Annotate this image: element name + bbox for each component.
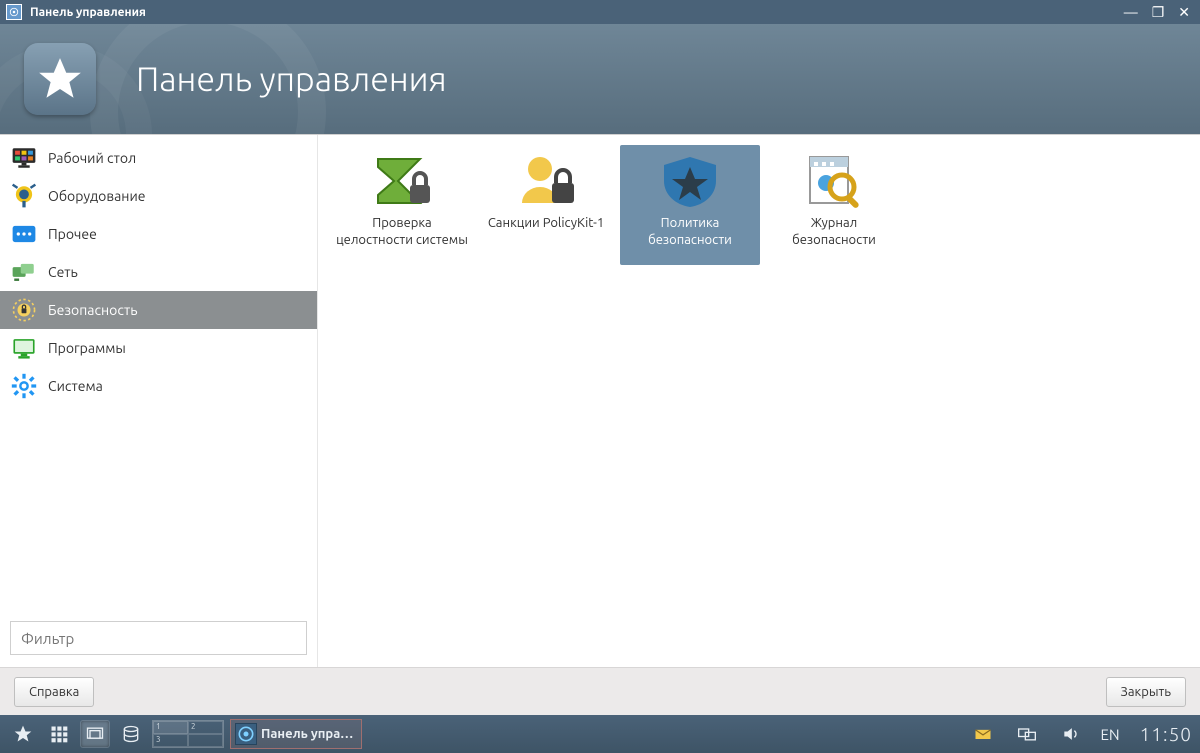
task-entry-label: Панель упра… bbox=[261, 727, 353, 741]
minimize-button[interactable]: — bbox=[1124, 5, 1138, 19]
content-grid: Проверка целостности системы Санкции Pol… bbox=[318, 135, 1200, 667]
tile-security-log[interactable]: Журнал безопасности bbox=[764, 145, 904, 265]
sidebar-item-desktop[interactable]: Рабочий стол bbox=[0, 139, 317, 177]
sidebar-item-other[interactable]: Прочее bbox=[0, 215, 317, 253]
user-lock-icon bbox=[514, 153, 578, 209]
filter-wrap bbox=[0, 613, 317, 667]
hardware-icon bbox=[10, 182, 38, 210]
sidebar-item-network[interactable]: Сеть bbox=[0, 253, 317, 291]
tile-policykit-sanctions[interactable]: Санкции PolicyKit-1 bbox=[476, 145, 616, 265]
sidebar-item-system[interactable]: Система bbox=[0, 367, 317, 405]
tile-label: Журнал безопасности bbox=[768, 215, 900, 249]
tray-mail-icon[interactable] bbox=[968, 720, 998, 748]
sidebar-item-label: Сеть bbox=[48, 264, 78, 280]
filter-input[interactable] bbox=[10, 621, 307, 655]
sidebar-item-hardware[interactable]: Оборудование bbox=[0, 177, 317, 215]
task-entry-control-panel[interactable]: Панель упра… bbox=[230, 719, 362, 749]
clock[interactable]: 11:50 bbox=[1140, 723, 1192, 745]
page-title: Панель управления bbox=[136, 60, 447, 98]
tray-network-icon[interactable] bbox=[1012, 720, 1042, 748]
other-icon bbox=[10, 220, 38, 248]
sidebar-item-label: Рабочий стол bbox=[48, 150, 136, 166]
workspace-1[interactable]: 1 bbox=[153, 721, 188, 734]
desktop-icon bbox=[10, 144, 38, 172]
bottom-button-bar: Справка Закрыть bbox=[0, 667, 1200, 715]
tile-label: Проверка целостности системы bbox=[336, 215, 468, 249]
sidebar-item-label: Программы bbox=[48, 340, 126, 356]
workspace-4[interactable] bbox=[188, 734, 223, 747]
window-title: Панель управления bbox=[30, 6, 1124, 19]
header-banner: Панель управления bbox=[0, 24, 1200, 134]
sidebar-item-label: Безопасность bbox=[48, 302, 138, 318]
sidebar-item-label: Оборудование bbox=[48, 188, 145, 204]
start-button[interactable] bbox=[8, 720, 38, 748]
window-titlebar: Панель управления — ❐ ✕ bbox=[0, 0, 1200, 24]
tile-label: Политика безопасности bbox=[624, 215, 756, 249]
file-manager-button[interactable] bbox=[116, 720, 146, 748]
shield-star-icon bbox=[658, 153, 722, 209]
sidebar-list: Рабочий стол Оборудование Прочее Сеть bbox=[0, 135, 317, 613]
system-tray: EN 11:50 bbox=[968, 720, 1192, 748]
show-desktop-button[interactable] bbox=[80, 720, 110, 748]
sidebar-item-programs[interactable]: Программы bbox=[0, 329, 317, 367]
task-entry-icon bbox=[235, 723, 257, 745]
tile-label: Санкции PolicyKit-1 bbox=[488, 215, 604, 232]
sidebar-item-label: Прочее bbox=[48, 226, 97, 242]
gear-icon bbox=[10, 372, 38, 400]
sidebar-item-security[interactable]: Безопасность bbox=[0, 291, 317, 329]
keyboard-layout[interactable]: EN bbox=[1100, 726, 1119, 743]
help-button[interactable]: Справка bbox=[14, 677, 94, 707]
programs-icon bbox=[10, 334, 38, 362]
tile-security-policy[interactable]: Политика безопасности bbox=[620, 145, 760, 265]
header-badge bbox=[24, 43, 96, 115]
maximize-button[interactable]: ❐ bbox=[1152, 5, 1165, 19]
security-icon bbox=[10, 296, 38, 324]
tile-integrity-check[interactable]: Проверка целостности системы bbox=[332, 145, 472, 265]
workspace-3[interactable]: 3 bbox=[153, 734, 188, 747]
app-icon bbox=[6, 4, 22, 20]
sidebar-item-label: Система bbox=[48, 378, 103, 394]
close-window-button[interactable]: ✕ bbox=[1178, 5, 1190, 19]
close-button[interactable]: Закрыть bbox=[1106, 677, 1186, 707]
taskbar: 1 2 3 Панель упра… EN 11:50 bbox=[0, 715, 1200, 753]
network-icon bbox=[10, 258, 38, 286]
apps-grid-button[interactable] bbox=[44, 720, 74, 748]
sigma-lock-icon bbox=[370, 153, 434, 209]
workspace-2[interactable]: 2 bbox=[188, 721, 223, 734]
log-search-icon bbox=[802, 153, 866, 209]
tray-volume-icon[interactable] bbox=[1056, 720, 1086, 748]
workspace-pager[interactable]: 1 2 3 bbox=[152, 720, 224, 748]
main-area: Рабочий стол Оборудование Прочее Сеть bbox=[0, 134, 1200, 667]
sidebar: Рабочий стол Оборудование Прочее Сеть bbox=[0, 135, 318, 667]
